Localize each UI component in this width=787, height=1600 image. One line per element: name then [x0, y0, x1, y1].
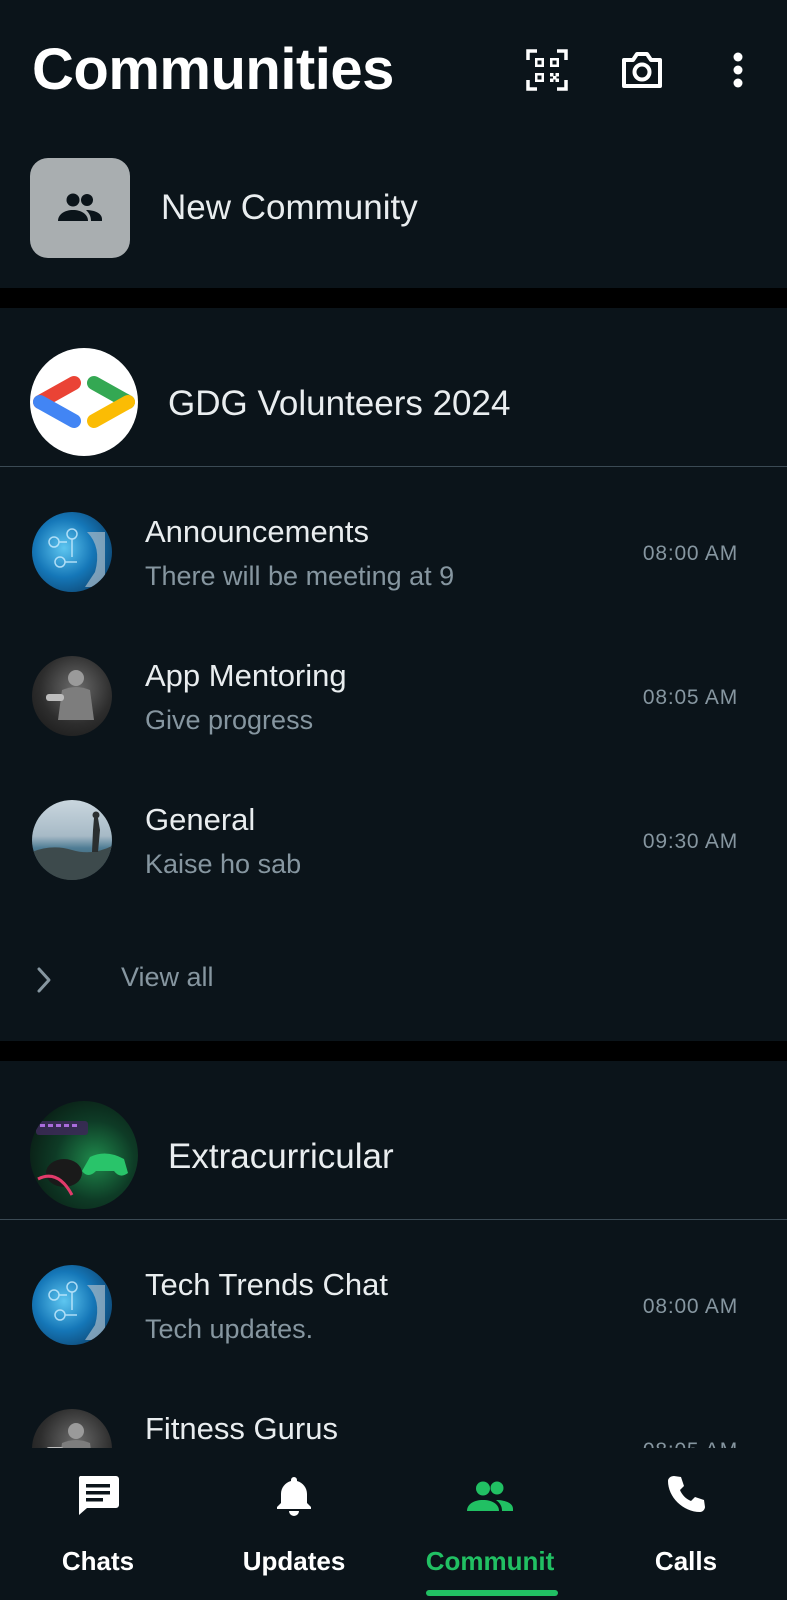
active-tab-indicator [426, 1590, 558, 1596]
nav-updates[interactable]: Updates [196, 1448, 392, 1600]
community-card: Extracurricular Tech Trends Chat Tech up… [0, 1061, 787, 1448]
group-last-message: Give progress [145, 705, 314, 735]
community-avatar [30, 348, 138, 456]
gdg-logo [33, 376, 135, 428]
chevron-right-icon [37, 967, 51, 993]
people-icon [58, 193, 102, 221]
new-community-label: New Community [161, 188, 418, 227]
group-time: 08:05 AM [643, 1439, 738, 1448]
community-header[interactable]: Extracurricular [0, 1061, 787, 1221]
community-name: Extracurricular [168, 1137, 394, 1176]
group-row[interactable]: Tech Trends Chat Tech updates. 08:00 AM [0, 1233, 787, 1377]
nav-communities[interactable]: Communit [392, 1448, 588, 1600]
group-avatar [32, 1265, 112, 1345]
communities-icon [467, 1481, 513, 1511]
community-header[interactable]: GDG Volunteers 2024 [0, 308, 787, 468]
group-avatar [32, 800, 112, 880]
group-row[interactable]: Announcements There will be meeting at 9… [0, 480, 787, 624]
group-row[interactable]: App Mentoring Give progress 08:05 AM [0, 624, 787, 768]
nav-label: Calls [654, 1546, 718, 1576]
divider [0, 466, 787, 467]
group-row[interactable]: General Kaise ho sab 09:30 AM [0, 768, 787, 912]
group-avatar [32, 1409, 112, 1448]
group-name: Tech Trends Chat [145, 1267, 388, 1302]
view-all-row[interactable]: View all [0, 940, 787, 1020]
group-time: 08:05 AM [642, 686, 738, 709]
new-community-row[interactable]: New Community [0, 140, 787, 288]
nav-label: Chats [61, 1546, 135, 1576]
community-name: GDG Volunteers 2024 [168, 384, 511, 423]
phone-icon [668, 1476, 705, 1512]
group-avatar [32, 512, 112, 592]
nav-chats[interactable]: Chats [0, 1448, 196, 1600]
nav-label: Communit [425, 1546, 555, 1576]
group-last-message: Tech updates. [145, 1314, 314, 1344]
group-name: Fitness Gurus [145, 1411, 338, 1446]
divider [0, 1219, 787, 1220]
group-time: 08:00 AM [642, 542, 738, 565]
bottom-navigation: Chats Updates Communit Calls [0, 1448, 787, 1600]
group-last-message: There will be meeting at 9 [145, 561, 455, 591]
group-avatar [32, 656, 112, 736]
page-title: Communities [32, 37, 394, 102]
group-time: 08:00 AM [642, 1295, 738, 1318]
chat-icon [78, 1476, 119, 1515]
group-name: App Mentoring [145, 658, 347, 693]
community-avatar [30, 1101, 138, 1209]
nav-label: Updates [242, 1546, 346, 1576]
group-last-message: Kaise ho sab [145, 849, 302, 879]
bell-icon [277, 1477, 311, 1516]
group-time: 09:30 AM [642, 830, 738, 853]
community-card: GDG Volunteers 2024 Announcements There … [0, 308, 787, 1041]
group-name: Announcements [145, 514, 370, 549]
qr-code-icon[interactable] [523, 46, 571, 94]
camera-icon[interactable] [618, 46, 666, 94]
app-header: Communities [0, 0, 787, 140]
more-options-icon[interactable] [714, 46, 762, 94]
group-row[interactable]: Fitness Gurus 08:05 AM [0, 1377, 787, 1448]
nav-calls[interactable]: Calls [588, 1448, 784, 1600]
group-name: General [145, 802, 256, 837]
view-all-label: View all [121, 962, 214, 992]
new-community-avatar [30, 158, 130, 258]
